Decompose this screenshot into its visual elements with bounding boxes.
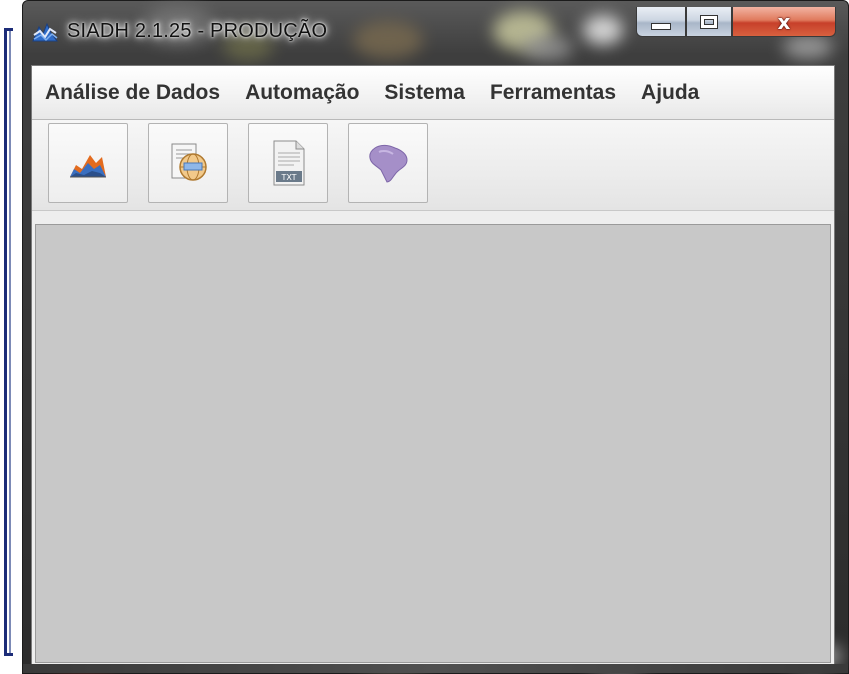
menu-ajuda[interactable]: Ajuda: [641, 81, 699, 105]
title-bar[interactable]: SIADH 2.1.25 - PRODUÇÃO x: [23, 1, 848, 65]
siadh-logo-icon: [32, 22, 58, 42]
client-area: Análise de Dados Automação Sistema Ferra…: [31, 65, 835, 666]
caption-buttons: x: [636, 7, 836, 41]
close-icon: x: [777, 9, 791, 34]
toolbar-button-data-analysis[interactable]: [48, 123, 128, 203]
desktop-background-strip: [0, 0, 22, 674]
menu-bar: Análise de Dados Automação Sistema Ferra…: [32, 66, 834, 120]
main-content-area[interactable]: [35, 224, 831, 663]
txt-file-icon: TXT: [273, 140, 305, 186]
globe-document-icon: [171, 143, 207, 181]
brazil-map-icon: [369, 144, 408, 183]
toolbar-button-map[interactable]: [348, 123, 428, 203]
app-window: SIADH 2.1.25 - PRODUÇÃO x Análise de Dad…: [22, 0, 849, 674]
maximize-button[interactable]: [686, 7, 732, 37]
area-chart-icon: [70, 155, 106, 178]
toolbar: TXT: [32, 120, 834, 211]
minimize-icon: [651, 23, 671, 30]
minimize-button[interactable]: [636, 7, 686, 37]
menu-sistema[interactable]: Sistema: [384, 81, 465, 105]
toolbar-button-text-export[interactable]: TXT: [248, 123, 328, 203]
close-button[interactable]: x: [732, 7, 836, 37]
window-title: SIADH 2.1.25 - PRODUÇÃO: [67, 20, 328, 42]
menu-ferramentas[interactable]: Ferramentas: [490, 81, 616, 105]
window-bottom-border: [23, 664, 848, 673]
toolbar-button-web-document[interactable]: [148, 123, 228, 203]
menu-automacao[interactable]: Automação: [245, 81, 359, 105]
menu-analise-de-dados[interactable]: Análise de Dados: [45, 81, 220, 105]
background-window-edge: [4, 28, 13, 656]
txt-label: TXT: [280, 173, 296, 182]
maximize-icon: [701, 15, 717, 28]
